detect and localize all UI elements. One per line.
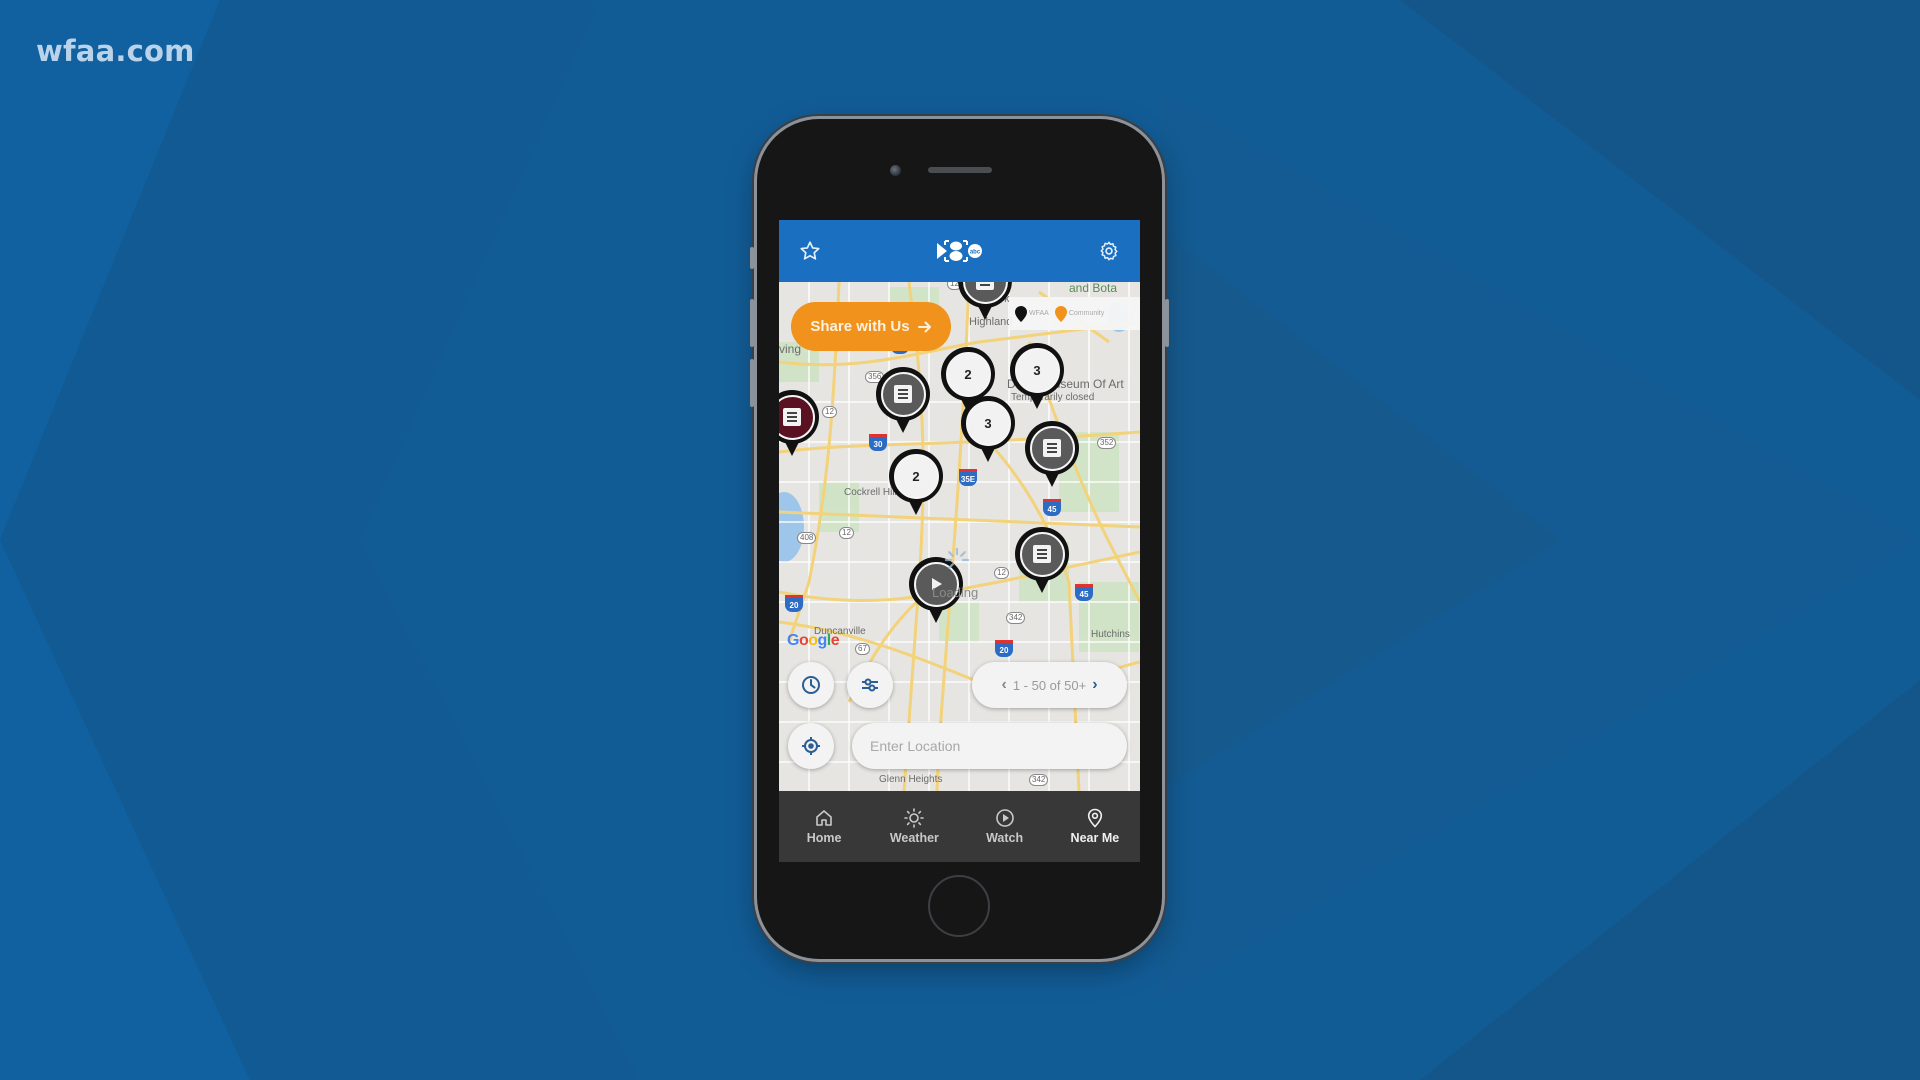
map-label: Cockrell Hill — [844, 487, 897, 498]
sliders-icon — [862, 678, 878, 692]
sun-icon — [904, 808, 925, 828]
locate-me-button[interactable] — [788, 723, 834, 769]
home-button[interactable] — [928, 875, 990, 937]
legend-item-wfaa: WFAA — [1015, 305, 1049, 322]
highway-shield: 408 — [797, 532, 817, 544]
highway-shield: 342 — [1006, 612, 1026, 624]
clock-icon — [802, 676, 820, 694]
map-legend: WFAA Community — [1009, 297, 1140, 330]
map-label: and Bota — [1069, 282, 1118, 295]
interstate-shield: 30 — [869, 434, 887, 451]
filter-button[interactable] — [847, 662, 893, 708]
highway-shield: 12 — [822, 406, 837, 418]
highway-shield: 12 — [994, 567, 1009, 579]
volume-down-button — [750, 359, 754, 407]
share-with-us-button[interactable]: Share with Us — [791, 302, 951, 351]
nav-near-me[interactable]: Near Me — [1055, 808, 1135, 845]
highway-shield: 342 — [1029, 774, 1049, 786]
google-logo: Google — [787, 632, 840, 649]
nav-watch[interactable]: Watch — [965, 808, 1045, 845]
highway-shield: 12 — [839, 527, 854, 539]
arrow-right-icon — [917, 321, 931, 332]
power-button — [1165, 299, 1169, 347]
history-button[interactable] — [788, 662, 834, 708]
loading-text: Loading — [932, 585, 979, 600]
volume-up-button — [750, 299, 754, 347]
share-button-label: Share with Us — [810, 318, 910, 335]
location-pin-icon — [1087, 808, 1102, 828]
next-page-button[interactable]: › — [1092, 676, 1097, 694]
map-view[interactable]: Unive Park Highland and Bota ving Dallas… — [779, 282, 1140, 791]
pin-black-icon — [1015, 305, 1027, 322]
app-screen: abc Highland and Bota ving Dallas Museum… — [779, 220, 1140, 862]
home-icon — [816, 810, 832, 826]
gear-icon[interactable] — [1096, 238, 1122, 264]
interstate-shield: 20 — [785, 595, 803, 612]
interstate-shield: 45 — [1043, 499, 1061, 516]
pin-orange-icon — [1054, 305, 1067, 322]
play-circle-icon — [995, 809, 1014, 827]
document-icon — [783, 408, 801, 426]
interstate-shield: 35E — [959, 469, 977, 486]
star-icon[interactable] — [797, 238, 823, 264]
mute-switch — [750, 247, 754, 269]
wfaa-watermark: wfaa.com — [36, 34, 195, 68]
bottom-nav: Home Weather Watch Near Me — [779, 791, 1140, 862]
map-label: Hutchins — [1091, 629, 1130, 640]
location-input[interactable] — [852, 723, 1127, 769]
document-icon — [1033, 545, 1051, 563]
svg-text:abc: abc — [969, 250, 980, 256]
highway-shield: 352 — [1097, 437, 1117, 449]
crosshair-icon — [802, 737, 820, 755]
front-camera — [890, 165, 901, 176]
app-header: abc — [779, 220, 1140, 282]
legend-item-community: Community — [1054, 305, 1104, 322]
interstate-shield: 45 — [1075, 584, 1093, 601]
highway-shield: 67 — [855, 643, 870, 655]
document-icon — [894, 385, 912, 403]
map-label: Glenn Heights — [879, 774, 943, 785]
previous-page-button[interactable]: ‹ — [1001, 676, 1006, 694]
document-icon — [1043, 439, 1061, 457]
loading-spinner-icon — [944, 547, 970, 569]
phone-frame: abc Highland and Bota ving Dallas Museum… — [750, 119, 1169, 959]
results-pager: ‹ 1 - 50 of 50+ › — [972, 662, 1127, 708]
earpiece-speaker — [928, 167, 992, 173]
nav-weather[interactable]: Weather — [874, 808, 954, 845]
nav-home[interactable]: Home — [784, 808, 864, 845]
interstate-shield: 20 — [995, 640, 1013, 657]
pager-text: 1 - 50 of 50+ — [1012, 677, 1087, 693]
wfaa-8-abc-logo: abc — [936, 237, 983, 265]
